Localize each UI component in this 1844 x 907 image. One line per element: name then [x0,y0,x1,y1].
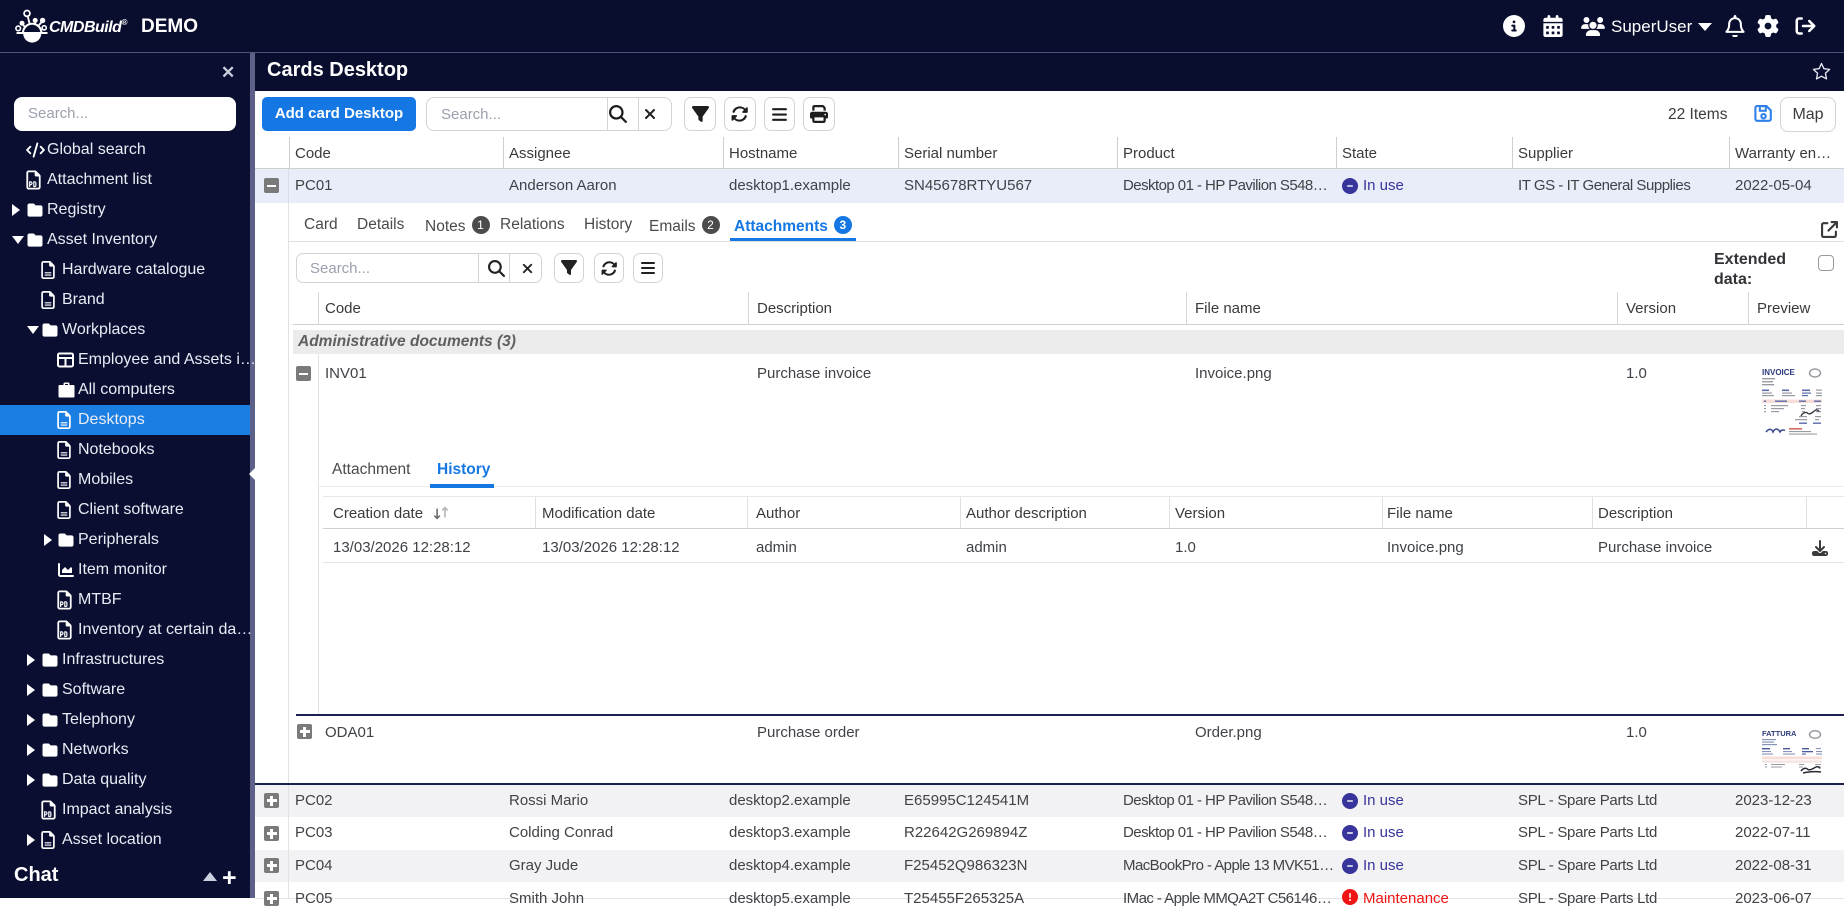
svg-text:FATTURA: FATTURA [1762,729,1797,738]
svg-text:INVOICE: INVOICE [1762,368,1796,377]
